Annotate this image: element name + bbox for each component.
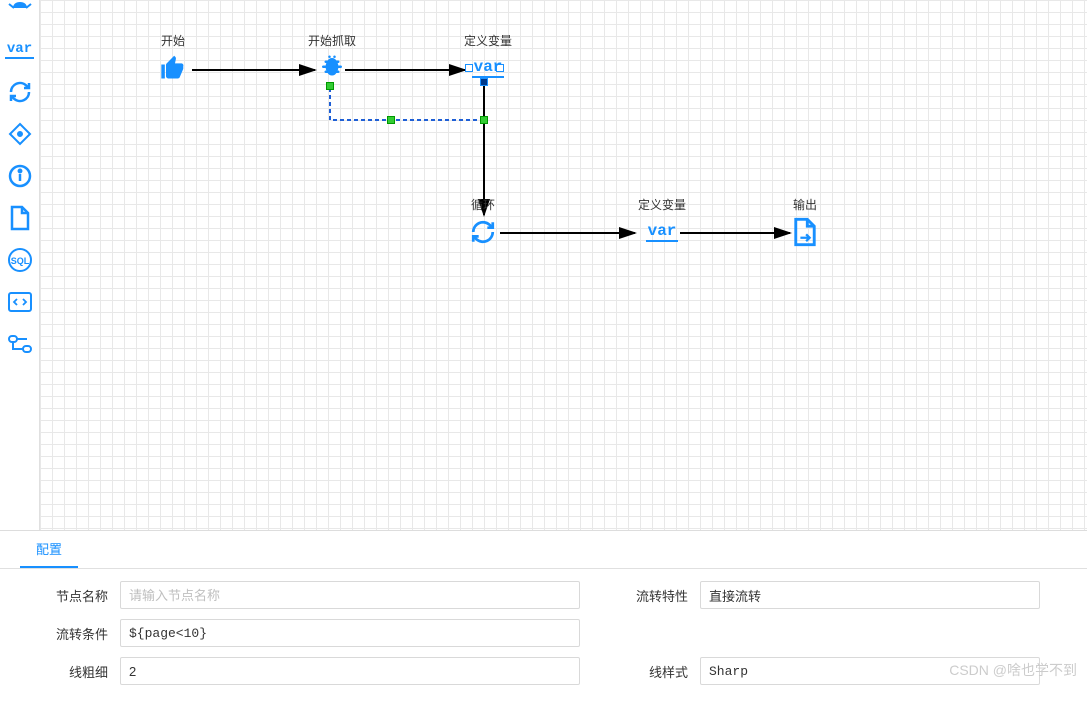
node-output-label: 输出 — [790, 196, 820, 213]
loop-node-icon — [468, 217, 498, 247]
tab-config[interactable]: 配置 — [20, 531, 78, 568]
page-icon[interactable] — [6, 204, 34, 232]
sql-icon[interactable]: SQL — [6, 246, 34, 274]
port-right[interactable] — [480, 116, 488, 124]
diamond-icon[interactable] — [6, 120, 34, 148]
loop-icon[interactable] — [6, 78, 34, 106]
flow-icon[interactable] — [6, 330, 34, 358]
node-loop-label: 循环 — [468, 196, 498, 213]
node-def1[interactable]: 定义变量 var — [464, 32, 512, 83]
select-flow-trait[interactable] — [700, 581, 1040, 609]
select-line-style[interactable] — [700, 657, 1040, 685]
info-icon[interactable] — [6, 162, 34, 190]
edges — [40, 0, 1087, 530]
port-mid[interactable] — [387, 116, 395, 124]
node-crawl-label: 开始抓取 — [308, 32, 356, 49]
node-def1-label: 定义变量 — [464, 32, 512, 49]
label-line-weight: 线粗细 — [30, 662, 120, 681]
bug-icon[interactable] — [6, 0, 34, 22]
label-flow-cond: 流转条件 — [30, 624, 120, 643]
code-icon[interactable] — [6, 288, 34, 316]
thumbs-up-icon — [158, 53, 188, 83]
node-def2-label: 定义变量 — [638, 196, 686, 213]
form-area: 节点名称 流转特性 流转条件 线粗细 线样式 — [0, 569, 1087, 707]
node-crawl[interactable]: 开始抓取 — [308, 32, 356, 83]
input-flow-cond[interactable] — [120, 619, 580, 647]
label-line-style: 线样式 — [610, 662, 700, 681]
input-node-name[interactable] — [120, 581, 580, 609]
tab-bar: 配置 — [0, 531, 1087, 569]
port-top[interactable] — [326, 82, 334, 90]
bug-node-icon — [317, 53, 347, 83]
input-line-weight[interactable] — [120, 657, 580, 685]
label-node-name: 节点名称 — [30, 586, 120, 605]
var-icon[interactable]: var — [6, 36, 34, 64]
svg-text:SQL: SQL — [10, 256, 29, 266]
canvas[interactable]: 开始 开始抓取 定义变量 var 循环 定义变量 v — [40, 0, 1087, 530]
node-start[interactable]: 开始 — [158, 32, 188, 83]
node-loop[interactable]: 循环 — [468, 196, 498, 247]
var-node-icon: var — [473, 53, 503, 83]
toolbar: var SQL — [0, 0, 40, 530]
output-node-icon — [790, 217, 820, 247]
bottom-panel: 配置 节点名称 流转特性 流转条件 线粗细 线样式 — [0, 530, 1087, 690]
node-output[interactable]: 输出 — [790, 196, 820, 247]
var-node-icon-2: var — [647, 217, 677, 247]
label-flow-trait: 流转特性 — [610, 586, 700, 605]
node-def2[interactable]: 定义变量 var — [638, 196, 686, 247]
node-start-label: 开始 — [158, 32, 188, 49]
